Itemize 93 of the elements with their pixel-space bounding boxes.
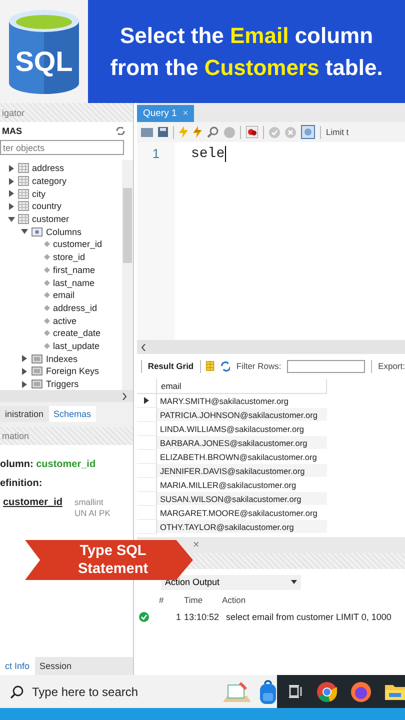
line-number: 1: [151, 146, 161, 161]
lightning-cursor-icon[interactable]: [193, 126, 202, 138]
code-line[interactable]: sele: [191, 146, 226, 162]
panel-title: igator: [2, 108, 25, 118]
check-icon[interactable]: [269, 126, 280, 138]
banner-title: from the Customers table.: [110, 54, 383, 82]
callout-text: Type SQL Statement: [76, 542, 148, 578]
column-header: #: [159, 595, 165, 605]
column-header: Action: [222, 595, 247, 605]
scroll-right-icon[interactable]: [122, 392, 127, 400]
export-label: Export:: [378, 361, 405, 371]
table-icon: [18, 188, 29, 199]
save-icon[interactable]: [158, 127, 168, 137]
table-icon: [18, 176, 29, 186]
tree-item[interactable]: Indexes: [46, 354, 78, 364]
tree-item[interactable]: city: [32, 188, 46, 199]
table-cell-text: 13:10:52: [184, 612, 220, 622]
column-name-label: olumn: customer_id: [0, 459, 97, 470]
banner-title: Select the Email column: [120, 22, 374, 50]
panel-title: mation: [2, 431, 30, 441]
panel-tab[interactable]: ct Info: [0, 657, 35, 675]
filter-label: Filter Rows:: [236, 361, 282, 371]
fox-browser-icon[interactable]: [351, 682, 371, 702]
tree-item[interactable]: email: [53, 290, 75, 300]
table-cell: JENNIFER.DAVIS@sakilacustomer.org: [157, 464, 327, 477]
table-icon: [18, 214, 29, 224]
toggle-output-icon[interactable]: [301, 125, 315, 139]
definition-label: efinition:: [0, 478, 44, 489]
tree-item[interactable]: address_id: [53, 302, 98, 313]
tree-item[interactable]: create_date: [53, 328, 101, 338]
caret-icon: [291, 580, 297, 584]
table-icon: [18, 163, 29, 174]
expand-arrow-icon[interactable]: [8, 178, 15, 185]
panel-tab[interactable]: Schemas: [48, 406, 96, 422]
table-cell: OTHY.TAYLOR@sakilacustomer.org: [157, 520, 327, 533]
expand-arrow-icon[interactable]: [8, 190, 15, 198]
expand-arrow-icon[interactable]: [8, 164, 15, 172]
tree-item[interactable]: store_id: [53, 252, 86, 262]
toggle-icon[interactable]: [246, 126, 258, 138]
tree-item[interactable]: last_update: [53, 340, 100, 351]
table-cell-text: select email from customer LIMIT 0, 1000: [226, 612, 392, 622]
expand-arrow-icon[interactable]: [21, 368, 28, 375]
table-cell: BARBARA.JONES@sakilacustomer.org: [157, 436, 327, 449]
folder-icon[interactable]: [385, 683, 405, 700]
collapse-arrow-icon[interactable]: [21, 228, 28, 236]
tree-item[interactable]: first_name: [53, 264, 96, 275]
output-mode-dropdown[interactable]: Action Output: [161, 574, 301, 590]
expand-arrow-icon[interactable]: [21, 355, 28, 362]
collapse-arrow-icon[interactable]: [8, 216, 15, 223]
table-icon: [18, 201, 29, 212]
tree-item[interactable]: last_name: [53, 278, 95, 288]
close-icon[interactable]: ×: [193, 539, 200, 551]
row-header-cell: [137, 379, 157, 394]
tree-item[interactable]: Columns: [46, 226, 82, 237]
tree-item[interactable]: country: [32, 201, 62, 212]
scroll-left-icon[interactable]: [141, 344, 146, 350]
grid-icon[interactable]: [206, 360, 215, 372]
current-row-icon: [144, 397, 149, 404]
magnifier-icon[interactable]: [207, 126, 219, 138]
tree-item[interactable]: customer: [32, 214, 70, 224]
tree-item[interactable]: address: [32, 163, 64, 174]
table-cell-text: 1: [174, 612, 182, 622]
panel-tab[interactable]: inistration: [0, 406, 49, 422]
limit-label: Limit t: [326, 127, 349, 137]
filter-field[interactable]: ter objects: [0, 140, 124, 155]
folder-icon: [31, 366, 43, 376]
columns-folder-icon: [31, 226, 43, 237]
notebook-drawing: [223, 680, 251, 704]
tree-item[interactable]: Foreign Keys: [46, 366, 100, 376]
folder-icon: [31, 354, 43, 364]
success-icon: [139, 612, 149, 622]
section-title: MAS: [2, 126, 22, 136]
column-type: smallint: [74, 497, 104, 508]
column-definition-name: customer_id: [2, 497, 62, 508]
tree-item[interactable]: customer_id: [53, 239, 102, 250]
refresh-icon[interactable]: [220, 360, 230, 372]
expand-arrow-icon[interactable]: [8, 202, 15, 210]
filter-rows-field[interactable]: [287, 360, 366, 372]
tree-item[interactable]: active: [53, 316, 77, 326]
tree-item[interactable]: Triggers: [46, 379, 79, 390]
tree-item[interactable]: category: [32, 176, 67, 186]
search-icon[interactable]: [10, 684, 24, 698]
refresh-icon[interactable]: [116, 126, 125, 134]
column-flags: UN AI PK: [74, 508, 110, 519]
backpack-drawing: [259, 678, 277, 704]
expand-arrow-icon[interactable]: [21, 380, 28, 388]
column-header: Time: [184, 595, 204, 605]
task-view-icon[interactable]: [289, 685, 303, 698]
browser-icon[interactable]: [317, 682, 337, 702]
result-grid-tab[interactable]: Result Grid: [148, 361, 194, 371]
scrollbar[interactable]: [122, 160, 133, 390]
table-cell: SUSAN.WILSON@sakilacustomer.org: [157, 492, 327, 505]
table-cell: PATRICIA.JOHNSON@sakilacustomer.org: [157, 408, 327, 421]
